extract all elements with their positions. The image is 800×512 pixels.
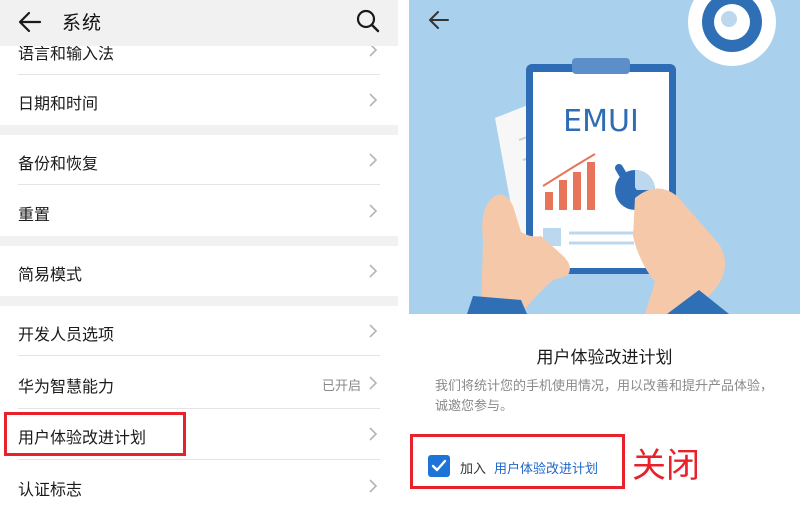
chevron-right-icon: [369, 153, 378, 167]
chevron-right-icon: [369, 93, 378, 107]
annotation-close-text: 关闭: [632, 446, 700, 486]
chevron-right-icon: [369, 376, 378, 390]
emui-illustration: EMUI: [467, 0, 776, 314]
settings-item-date-time[interactable]: 日期和时间: [0, 75, 398, 125]
settings-item-huawei-ability[interactable]: 华为智慧能力 已开启: [0, 356, 398, 409]
feature-description: 我们将统计您的手机使用情况，用以改善和提升产品体验，诚邀您参与。: [435, 379, 774, 414]
chevron-right-icon: [369, 427, 378, 441]
settings-item-reset[interactable]: 重置: [0, 185, 398, 236]
settings-item-certification[interactable]: 认证标志: [0, 460, 398, 512]
settings-item-backup-restore[interactable]: 备份和恢复: [0, 135, 398, 185]
settings-item-label: 认证标志: [18, 480, 83, 499]
chevron-right-icon: [369, 479, 378, 493]
item-highlight-box: [4, 412, 186, 456]
settings-item-label: 开发人员选项: [18, 325, 115, 344]
back-arrow-icon[interactable]: [16, 9, 44, 35]
settings-item-label: 华为智慧能力: [18, 377, 115, 396]
settings-item-label: 备份和恢复: [18, 154, 99, 173]
search-icon[interactable]: [355, 8, 381, 34]
settings-item-label: 简易模式: [18, 265, 83, 284]
settings-item-developer-options[interactable]: 开发人员选项: [0, 306, 398, 356]
settings-item-label: 日期和时间: [18, 94, 99, 113]
page-title: 系统: [62, 12, 103, 34]
feature-title: 用户体验改进计划: [536, 348, 673, 368]
section-gap: [0, 125, 398, 135]
emui-brand-text: EMUI: [563, 104, 639, 139]
settings-item-label: 重置: [18, 205, 51, 224]
chevron-right-icon: [369, 264, 378, 278]
hero-illustration: EMUI: [409, 0, 800, 314]
chevron-right-icon: [369, 204, 378, 218]
top-app-bar: 系统: [0, 0, 398, 46]
status-value: 已开启: [321, 379, 361, 394]
back-arrow-icon[interactable]: [427, 8, 451, 32]
section-gap: [0, 236, 398, 246]
system-settings-panel: 系统 语言和输入法 日期和时间 备份和恢复 重置 简易模式 开发人员选项 华为智…: [0, 0, 398, 512]
section-gap: [0, 296, 398, 306]
checkbox-highlight-box: [410, 434, 625, 489]
settings-item-simple-mode[interactable]: 简易模式: [0, 246, 398, 296]
chevron-right-icon: [369, 324, 378, 338]
